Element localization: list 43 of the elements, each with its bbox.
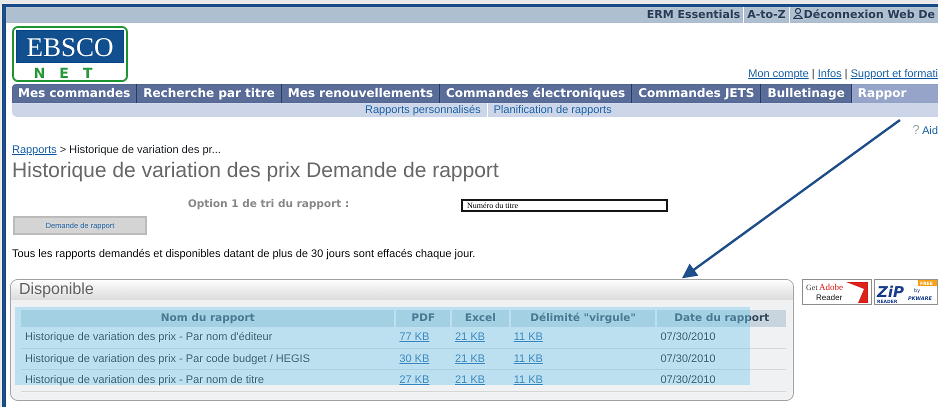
column-header: PDF	[395, 310, 452, 328]
help-link[interactable]: ? Aid	[912, 125, 938, 137]
account-link[interactable]: Mon compte	[748, 68, 809, 80]
notice-text: Tous les rapports demandés et disponibles datant de plus de 30 jours sont effacés chaque jour.	[11, 247, 476, 262]
table-cell: Historique de variation des prix - Par nom d'éditeur	[21, 327, 396, 348]
table-cell: 07/30/2010	[656, 327, 786, 348]
top-link[interactable]: A-to-Z	[743, 7, 789, 24]
link-separator: |	[810, 68, 816, 80]
column-header: Nom du rapport	[21, 310, 396, 328]
badge-text: ZiP	[877, 282, 904, 300]
panel-title: Disponible	[11, 280, 793, 300]
file-size-link[interactable]: 30 KB	[399, 352, 430, 365]
column-header: Excel	[451, 310, 510, 328]
page-title: Historique de variation des prix Demande de rapport	[11, 158, 500, 184]
table-cell: 07/30/2010	[656, 370, 786, 392]
sub-nav-link[interactable]: Rapports personnalisés	[359, 103, 487, 117]
account-link[interactable]: Infos	[818, 68, 842, 80]
sort-option-label: Option 1 de tri du rapport :	[186, 197, 350, 212]
help-icon: ?	[912, 122, 920, 137]
sub-nav-link[interactable]: Planification de rapports	[486, 103, 618, 117]
account-link[interactable]: Support et formati	[850, 68, 938, 80]
table-cell: Historique de variation des prix - Par code budget / HEGIS	[21, 348, 396, 370]
top-link[interactable]: Déconnexion Web De	[788, 7, 938, 24]
sort-select-field[interactable]: Numéro du titre	[461, 198, 668, 212]
file-size-link[interactable]: 11 KB	[514, 331, 543, 344]
file-size-link[interactable]: 21 KB	[455, 352, 485, 365]
table-cell: Historique de variation des prix - Par nom de titre	[21, 370, 396, 392]
file-size-link[interactable]: 11 KB	[514, 374, 543, 386]
file-size-link[interactable]: 21 KB	[455, 374, 485, 386]
file-size-link[interactable]: 21 KB	[455, 331, 485, 344]
column-header: Date du rapport	[656, 310, 786, 328]
ebsconet-logo: EBSCO NET	[12, 26, 128, 82]
breadcrumb-current: > Historique de variation des pr...	[58, 144, 221, 156]
table-cell: 07/30/2010	[656, 348, 786, 370]
top-link[interactable]: ERM Essentials	[644, 7, 744, 24]
breadcrumb-link[interactable]: Rapports	[12, 144, 57, 156]
column-header: Délimité "virgule"	[510, 310, 656, 328]
link-separator: |	[844, 68, 848, 80]
file-size-link[interactable]: 27 KB	[399, 374, 430, 386]
user-icon	[792, 8, 803, 19]
adobe-reader-badge[interactable]: GetAdobe Reader	[802, 278, 872, 304]
file-size-link[interactable]: 11 KB	[514, 352, 543, 365]
file-size-link[interactable]: 77 KB	[399, 331, 430, 344]
